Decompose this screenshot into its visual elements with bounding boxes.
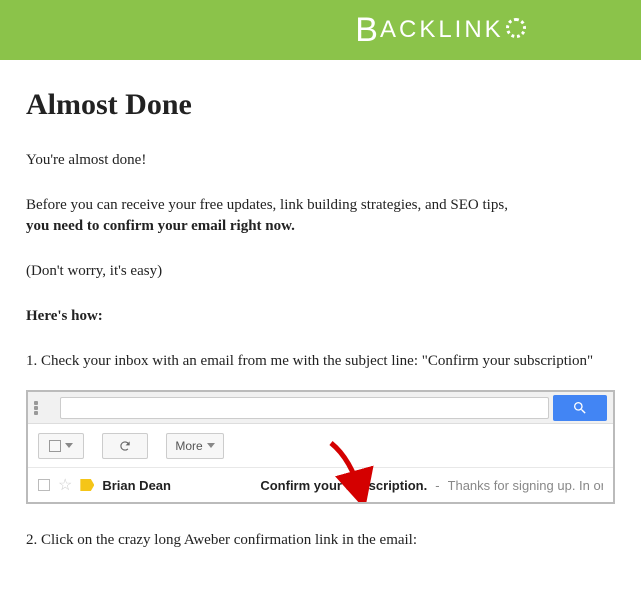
gmail-top-bar (28, 392, 613, 424)
row-checkbox-icon (38, 479, 50, 491)
page-title: Almost Done (26, 88, 615, 122)
gmail-hamburger-col (34, 406, 50, 410)
row-separator: - (435, 478, 439, 493)
heres-how: Here's how: (26, 306, 615, 327)
intro-line-1: You're almost done! (26, 150, 615, 171)
caret-down-icon (65, 443, 73, 448)
gmail-refresh-button (102, 433, 148, 459)
intro-line-2b: you need to confirm your email right now… (26, 218, 295, 234)
gmail-email-row: ☆ Brian Dean Confirm your subscription. … (28, 468, 613, 502)
intro-line-2: Before you can receive your free updates… (26, 195, 615, 237)
gmail-search-button (553, 395, 607, 421)
checkbox-icon (49, 440, 61, 452)
row-subject: Confirm your subscription. (260, 478, 427, 493)
gmail-screenshot: More ☆ Brian Dean Confirm your subscript… (26, 390, 615, 504)
gmail-select-all-button (38, 433, 84, 459)
step-1-text: 1. Check your inbox with an email from m… (26, 351, 615, 372)
intro-line-2a: Before you can receive your free updates… (26, 197, 508, 213)
row-sender: Brian Dean (102, 478, 252, 493)
gmail-more-label: More (175, 439, 202, 453)
loader-icon (506, 18, 526, 38)
hamburger-icon (34, 406, 38, 410)
gmail-more-button: More (166, 433, 224, 459)
star-icon: ☆ (58, 475, 72, 495)
label-tag-icon (80, 479, 94, 491)
content: Almost Done You're almost done! Before y… (0, 60, 641, 587)
refresh-icon (118, 439, 132, 453)
brand-initial: B (355, 11, 380, 50)
reassurance: (Don't worry, it's easy) (26, 261, 615, 282)
caret-down-icon (207, 443, 215, 448)
gmail-toolbar: More (28, 424, 613, 468)
row-snippet: Thanks for signing up. In order to r (448, 478, 603, 493)
brand-rest: ACKLINK (380, 16, 504, 44)
step-2-text: 2. Click on the crazy long Aweber confir… (26, 530, 615, 551)
search-icon (572, 400, 588, 416)
brand-logo: BACKLINK (355, 11, 525, 50)
header-bar: BACKLINK (0, 0, 641, 60)
gmail-search-input (60, 397, 549, 419)
